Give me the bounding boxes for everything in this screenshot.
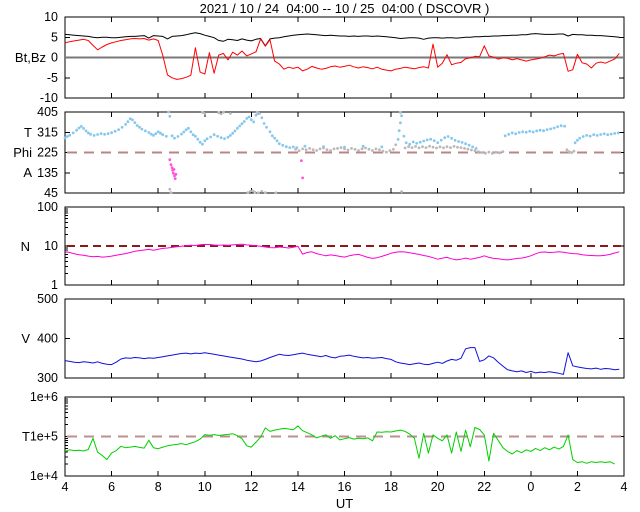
series-bt (64, 32, 620, 47)
ytick-bt-bz: 10 (44, 10, 58, 24)
x-axis-label: UT (335, 496, 354, 511)
ytick-v: 500 (37, 292, 58, 306)
ytick-phi: 225 (37, 146, 58, 160)
ytick-bt-bz: 0 (51, 51, 58, 65)
panel-phi: 405 315 225 135 45 (37, 105, 625, 200)
phi-cyan (63, 112, 620, 150)
plot-canvas: 1050-5-10405315225135451001015004003001e… (30, 10, 628, 494)
xtick-label: 16 (338, 480, 352, 494)
ytick-t: 1e+6 (30, 390, 58, 404)
xtick-label: 10 (198, 480, 212, 494)
panel-bt-bz: 10 5 0 -5 -10 (40, 10, 625, 105)
ytick-phi: 135 (37, 166, 58, 180)
ytick-t: 1e+4 (30, 469, 58, 483)
ytick-bt-bz: -10 (40, 91, 58, 105)
ytick-bt-bz: 5 (51, 30, 58, 44)
series-bz (64, 38, 620, 80)
ytick-v: 400 (37, 332, 58, 346)
ytick-phi: 315 (37, 125, 58, 139)
ytick-n: 100 (37, 200, 58, 214)
xtick-label: 4 (621, 480, 628, 494)
series-t (64, 425, 615, 465)
xtick-label: 8 (155, 480, 162, 494)
panel-v: 500 400 300 (37, 292, 625, 385)
xtick-label: 20 (431, 480, 445, 494)
ytick-t: 1e+5 (30, 430, 58, 444)
xtick-label: 0 (527, 480, 534, 494)
phi-magenta (168, 158, 304, 181)
ytick-v: 300 (37, 371, 58, 385)
panel-n: 100 10 1 (37, 200, 625, 292)
ytick-bt-bz: -5 (47, 71, 58, 85)
xtick-label: 12 (244, 480, 258, 494)
ytick-phi: 45 (44, 186, 58, 200)
xtick-label: 14 (291, 480, 305, 494)
xtick-label: 2 (574, 480, 581, 494)
xtick-label: 6 (108, 480, 115, 494)
ytick-phi: 405 (37, 105, 58, 119)
xtick-label: 4 (62, 480, 69, 494)
ytick-n: 10 (44, 239, 58, 253)
xtick-label: 18 (384, 480, 398, 494)
ytick-n: 1 (51, 278, 58, 292)
dscovr-solar-wind-plot: 2021 / 10 / 24 04:00 -- 10 / 25 04:00 ( … (0, 0, 640, 512)
xtick-label: 22 (477, 480, 491, 494)
series-v (64, 347, 620, 375)
panel-t: 1e+6 1e+5 1e+4 (30, 390, 625, 483)
